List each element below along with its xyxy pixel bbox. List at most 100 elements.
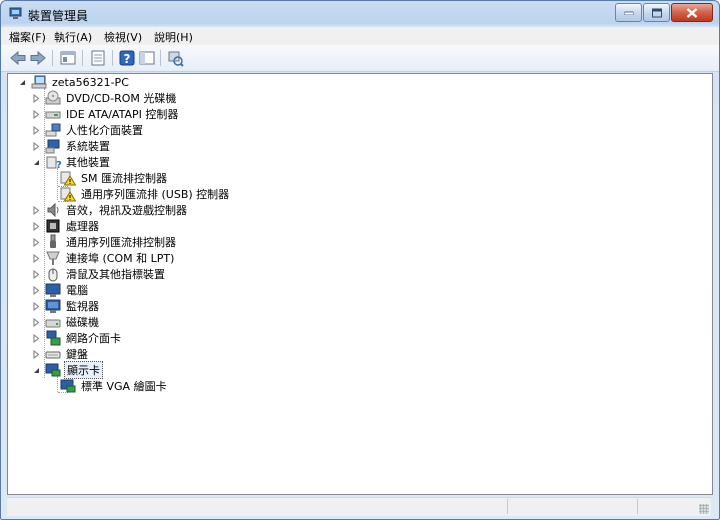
svg-text:?: ? — [56, 160, 61, 170]
tree-label: 通用序列匯流排 (USB) 控制器 — [81, 188, 230, 201]
expand-arrow-icon[interactable] — [32, 285, 41, 295]
tree-label: 處理器 — [66, 220, 99, 233]
tree-label: 標準 VGA 繪圖卡 — [81, 380, 167, 393]
disk-drive-icon — [45, 319, 61, 328]
warning-device-icon — [60, 171, 76, 186]
device-tree[interactable]: zeta56321-PC DVD/CD-ROM 光碟機 IDE ATA/ATAP… — [7, 73, 713, 495]
menu-view[interactable]: 檢視(V) — [100, 28, 146, 46]
expand-arrow-icon[interactable] — [32, 141, 41, 151]
tree-node-usb[interactable]: 通用序列匯流排控制器 — [32, 234, 178, 250]
network-adapter-icon — [46, 330, 61, 346]
collapse-arrow-icon[interactable] — [18, 78, 27, 87]
expand-arrow-icon[interactable] — [32, 221, 41, 231]
status-segment — [637, 499, 698, 514]
collapse-arrow-icon[interactable] — [32, 366, 41, 375]
usb-icon — [50, 234, 56, 248]
expand-arrow-icon[interactable] — [32, 317, 41, 327]
console-tree-icon[interactable] — [138, 49, 156, 67]
tree-label: 磁碟機 — [66, 316, 99, 329]
status-segment — [507, 499, 638, 514]
tree-node-hid[interactable]: 人性化介面裝置 — [32, 122, 145, 138]
tree-label: IDE ATA/ATAPI 控制器 — [66, 108, 179, 121]
tree-node-system[interactable]: 系統裝置 — [32, 138, 112, 154]
keyboard-icon — [45, 351, 61, 359]
help-icon[interactable]: ? — [118, 49, 136, 67]
monitor-icon — [45, 299, 61, 313]
menu-file[interactable]: 檔案(F) — [5, 28, 50, 46]
title-bar[interactable]: 裝置管理員 — [1, 1, 719, 27]
collapse-arrow-icon[interactable] — [32, 158, 41, 167]
warning-device-icon — [60, 187, 76, 202]
system-devices-icon — [45, 139, 60, 154]
tree-node-mouse[interactable]: 滑鼠及其他指標裝置 — [32, 266, 167, 282]
close-button[interactable] — [671, 3, 713, 22]
tree-label: 網路介面卡 — [66, 332, 121, 345]
tree-node-other[interactable]: ? 其他裝置 — [32, 154, 112, 170]
tree-label: 通用序列匯流排控制器 — [66, 236, 176, 249]
expand-arrow-icon[interactable] — [32, 349, 41, 359]
tree-label: SM 匯流排控制器 — [81, 172, 167, 185]
expand-arrow-icon[interactable] — [32, 333, 41, 343]
window-title: 裝置管理員 — [28, 9, 89, 23]
toolbar: ? — [1, 45, 719, 72]
tree-label: 滑鼠及其他指標裝置 — [66, 268, 165, 281]
tree-node-keyboard[interactable]: 鍵盤 — [32, 346, 90, 362]
tree-node-vga[interactable]: 標準 VGA 繪圖卡 — [60, 378, 169, 394]
tree-label: 人性化介面裝置 — [66, 124, 143, 137]
menu-action[interactable]: 執行(A) — [50, 28, 96, 46]
properties-icon[interactable] — [89, 49, 107, 67]
tree-label: 其他裝置 — [66, 156, 110, 169]
tree-node-disk[interactable]: 磁碟機 — [32, 314, 101, 330]
expand-arrow-icon[interactable] — [32, 301, 41, 311]
properties-view-icon[interactable] — [59, 49, 77, 67]
computer-icon — [31, 75, 47, 89]
maximize-icon — [651, 8, 662, 17]
expand-arrow-icon[interactable] — [32, 205, 41, 215]
menu-bar: 檔案(F) 執行(A) 檢視(V) 說明(H) — [1, 27, 719, 45]
tree-node-processor[interactable]: 處理器 — [32, 218, 101, 234]
tree-label: 鍵盤 — [66, 348, 88, 361]
hid-icon — [45, 123, 61, 137]
tree-label: 系統裝置 — [66, 140, 110, 153]
device-manager-app-icon — [9, 7, 22, 19]
tree-label: 電腦 — [66, 284, 88, 297]
expand-arrow-icon[interactable] — [32, 109, 41, 119]
tree-node-root[interactable]: zeta56321-PC — [18, 74, 131, 90]
minimize-button[interactable] — [615, 3, 642, 22]
tree-node-dvd[interactable]: DVD/CD-ROM 光碟機 — [32, 90, 178, 106]
resize-grip-icon[interactable] — [699, 504, 709, 514]
expand-arrow-icon[interactable] — [32, 253, 41, 263]
ide-controller-icon — [45, 111, 61, 119]
tree-node-monitor[interactable]: 監視器 — [32, 298, 101, 314]
tree-node-display[interactable]: 顯示卡 — [32, 361, 103, 379]
tree-node-ports[interactable]: 連接埠 (COM 和 LPT) — [32, 250, 176, 266]
tree-label: DVD/CD-ROM 光碟機 — [66, 92, 177, 105]
display-adapter-icon — [60, 379, 76, 393]
tree-label: 連接埠 (COM 和 LPT) — [66, 252, 175, 265]
sound-icon — [47, 202, 59, 218]
scan-hardware-icon[interactable] — [166, 49, 184, 67]
mouse-icon — [48, 268, 58, 282]
tree-label: 顯示卡 — [64, 361, 103, 379]
tree-node-usb-controller[interactable]: 通用序列匯流排 (USB) 控制器 — [60, 186, 231, 202]
tree-node-network[interactable]: 網路介面卡 — [32, 330, 123, 346]
svg-text:?: ? — [124, 52, 131, 66]
back-icon[interactable] — [9, 49, 27, 67]
computer-monitor-icon — [45, 283, 61, 297]
status-bar — [7, 497, 711, 516]
menu-help[interactable]: 說明(H) — [150, 28, 197, 46]
expand-arrow-icon[interactable] — [32, 237, 41, 247]
forward-icon[interactable] — [29, 49, 47, 67]
maximize-button[interactable] — [643, 3, 670, 22]
tree-label: zeta56321-PC — [52, 75, 129, 89]
minimize-icon — [624, 11, 633, 15]
expand-arrow-icon[interactable] — [32, 93, 41, 103]
dvd-drive-icon — [45, 90, 61, 105]
expand-arrow-icon[interactable] — [32, 125, 41, 135]
tree-node-sm-bus[interactable]: SM 匯流排控制器 — [60, 170, 169, 186]
device-manager-window: 裝置管理員 檔案(F) 執行(A) 檢視(V) 說明(H) ? zeta5632… — [0, 0, 720, 520]
tree-node-computer[interactable]: 電腦 — [32, 282, 90, 298]
expand-arrow-icon[interactable] — [32, 269, 41, 279]
tree-node-sound[interactable]: 音效，視訊及遊戲控制器 — [32, 202, 189, 218]
tree-node-ide[interactable]: IDE ATA/ATAPI 控制器 — [32, 106, 180, 122]
